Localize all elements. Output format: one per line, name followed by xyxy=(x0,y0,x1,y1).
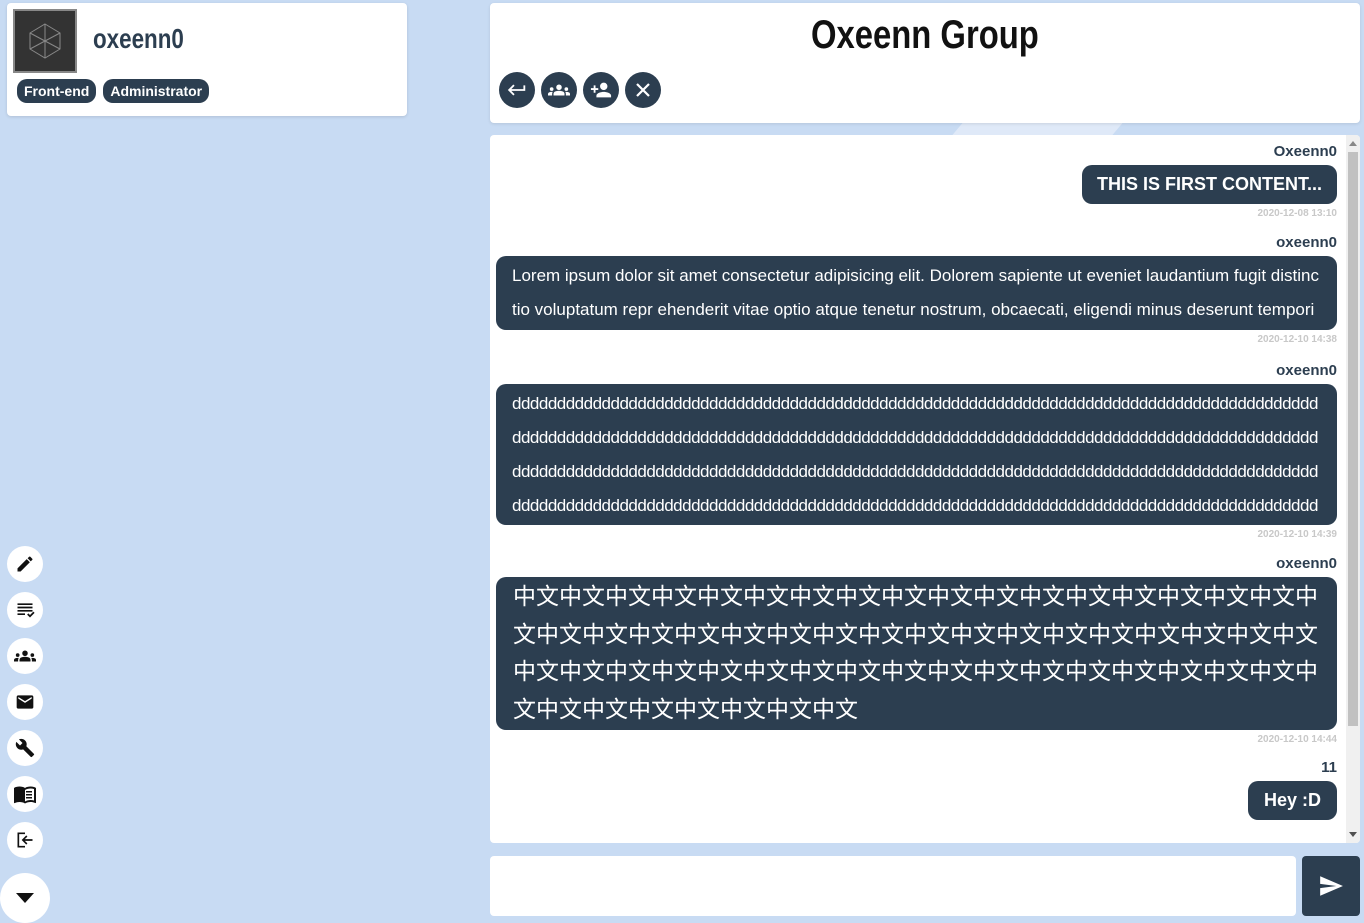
close-icon xyxy=(636,83,650,97)
message-time: 2020-12-10 14:44 xyxy=(1257,734,1337,745)
message: oxeenn0 Lorem ipsum dolor sit amet conse… xyxy=(496,219,1337,345)
profile-card: oxeenn0 Front-end Administrator xyxy=(7,3,407,116)
notes-button[interactable] xyxy=(7,592,43,628)
message-sender: oxeenn0 xyxy=(1276,555,1337,572)
group-title: Oxeenn Group xyxy=(811,13,1039,57)
username: oxeenn0 xyxy=(93,23,184,54)
message-sender: 11 xyxy=(1321,759,1337,776)
message-bubble: Lorem ipsum dolor sit amet consectetur a… xyxy=(496,256,1337,330)
add-member-button[interactable] xyxy=(583,72,619,108)
members-icon xyxy=(548,84,570,96)
message-time: 2020-12-08 13:10 xyxy=(1257,208,1337,219)
message-sender: oxeenn0 xyxy=(1276,362,1337,379)
mail-icon xyxy=(16,695,34,709)
groups-button[interactable] xyxy=(7,638,43,674)
scroll-down-icon[interactable] xyxy=(1349,832,1357,837)
scrollbar[interactable] xyxy=(1346,135,1360,843)
send-button[interactable] xyxy=(1302,856,1360,916)
message-bubble: dddddddddddddddddddddddddddddddddddddddd… xyxy=(496,384,1337,525)
message-sender: oxeenn0 xyxy=(1276,234,1337,251)
edit-icon xyxy=(17,556,33,572)
message-bubble: Hey :D xyxy=(1247,781,1337,820)
logout-icon xyxy=(17,832,33,848)
logout-button[interactable] xyxy=(7,822,43,858)
groups-icon xyxy=(14,650,36,662)
edit-button[interactable] xyxy=(7,546,43,582)
avatar[interactable] xyxy=(13,9,77,73)
notes-icon xyxy=(17,603,35,618)
back-button[interactable] xyxy=(499,72,535,108)
chat-header: Oxeenn Group xyxy=(490,3,1360,123)
mail-button[interactable] xyxy=(7,684,43,720)
cube-logo-icon xyxy=(29,23,61,59)
caret-down-icon xyxy=(16,893,34,903)
role-tags: Front-end Administrator xyxy=(17,79,210,103)
back-icon xyxy=(507,84,526,96)
message-bubble: 中文中文中文中文中文中文中文中文中文中文中文中文中文中文中文中文中文中文中文中文… xyxy=(496,577,1337,730)
scrollbar-thumb[interactable] xyxy=(1348,152,1358,726)
expand-menu-button[interactable] xyxy=(0,873,50,923)
tag-administrator: Administrator xyxy=(103,79,210,103)
close-button[interactable] xyxy=(625,72,661,108)
message-time: 2020-12-10 14:38 xyxy=(1257,334,1337,345)
guide-button[interactable] xyxy=(7,776,43,812)
header-actions xyxy=(499,72,661,108)
tag-front-end: Front-end xyxy=(17,79,97,103)
add-member-icon xyxy=(590,82,612,98)
message-sender: Oxeenn0 xyxy=(1273,143,1337,160)
message: 11 Hey :D xyxy=(496,745,1337,820)
message-input[interactable] xyxy=(490,856,1296,916)
message: oxeenn0 中文中文中文中文中文中文中文中文中文中文中文中文中文中文中文中文… xyxy=(496,540,1337,745)
send-icon xyxy=(1320,876,1343,896)
message-time: 2020-12-10 14:39 xyxy=(1257,529,1337,540)
message: Oxeenn0 THIS IS FIRST CONTENT... 2020-12… xyxy=(496,135,1337,219)
wrench-icon xyxy=(15,738,35,758)
book-icon xyxy=(14,786,36,804)
members-button[interactable] xyxy=(541,72,577,108)
message-list[interactable]: Oxeenn0 THIS IS FIRST CONTENT... 2020-12… xyxy=(490,135,1360,843)
message-bubble: THIS IS FIRST CONTENT... xyxy=(1081,165,1337,204)
scroll-up-icon[interactable] xyxy=(1349,141,1357,146)
message: oxeenn0 dddddddddddddddddddddddddddddddd… xyxy=(496,345,1337,540)
settings-button[interactable] xyxy=(7,730,43,766)
